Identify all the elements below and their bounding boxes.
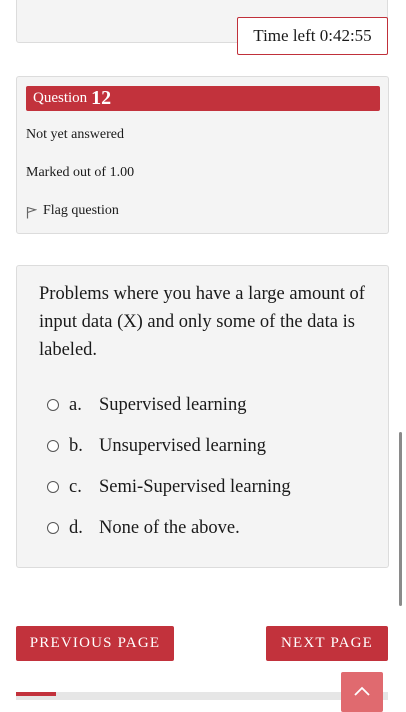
option-letter: b. — [69, 435, 83, 456]
option-label: Semi-Supervised learning — [99, 476, 291, 497]
radio-button-d[interactable] — [47, 522, 59, 534]
timer-text: Time left 0:42:55 — [253, 26, 372, 45]
next-page-button[interactable]: NEXT PAGE — [266, 626, 388, 661]
chevron-up-icon — [354, 686, 370, 696]
flag-question-link[interactable]: Flag question — [26, 202, 119, 219]
flag-outline-icon — [26, 206, 37, 219]
option-letter: d. — [69, 517, 83, 538]
option-label: Unsupervised learning — [99, 435, 266, 456]
question-marks: Marked out of 1.00 — [26, 165, 135, 180]
radio-button-b[interactable] — [47, 440, 59, 452]
question-label: Question — [33, 90, 88, 106]
question-text: Problems where you have a large amount o… — [39, 284, 365, 360]
answer-option-c[interactable]: c. Semi-Supervised learning — [47, 475, 291, 499]
scrollbar[interactable] — [399, 432, 402, 606]
radio-button-c[interactable] — [47, 481, 59, 493]
next-page-label: NEXT PAGE — [280, 635, 374, 651]
flag-question-label: Flag question — [43, 202, 119, 218]
option-letter: a. — [69, 394, 82, 415]
radio-button-a[interactable] — [47, 399, 59, 411]
answer-option-a[interactable]: a. Supervised learning — [47, 393, 246, 417]
answer-status: Not yet answered — [26, 127, 124, 142]
question-number-header: Question 12 — [26, 86, 380, 111]
answer-option-b[interactable]: b. Unsupervised learning — [47, 434, 266, 458]
previous-page-button[interactable]: PREVIOUS PAGE — [16, 626, 174, 661]
question-card: Problems where you have a large amount o… — [16, 265, 389, 568]
answer-option-d[interactable]: d. None of the above. — [47, 516, 240, 540]
option-label: None of the above. — [99, 517, 240, 538]
option-label: Supervised learning — [99, 394, 247, 415]
previous-page-label: PREVIOUS PAGE — [29, 635, 161, 651]
back-to-top-button[interactable] — [341, 672, 383, 712]
option-letter: c. — [69, 476, 82, 497]
question-info-card: Question 12 Not yet answered Marked out … — [16, 76, 389, 234]
timer-box: Time left 0:42:55 — [237, 17, 388, 55]
question-number: 12 — [91, 87, 112, 109]
bottom-progress-indicator — [16, 692, 56, 696]
bottom-bar-track — [16, 692, 388, 700]
